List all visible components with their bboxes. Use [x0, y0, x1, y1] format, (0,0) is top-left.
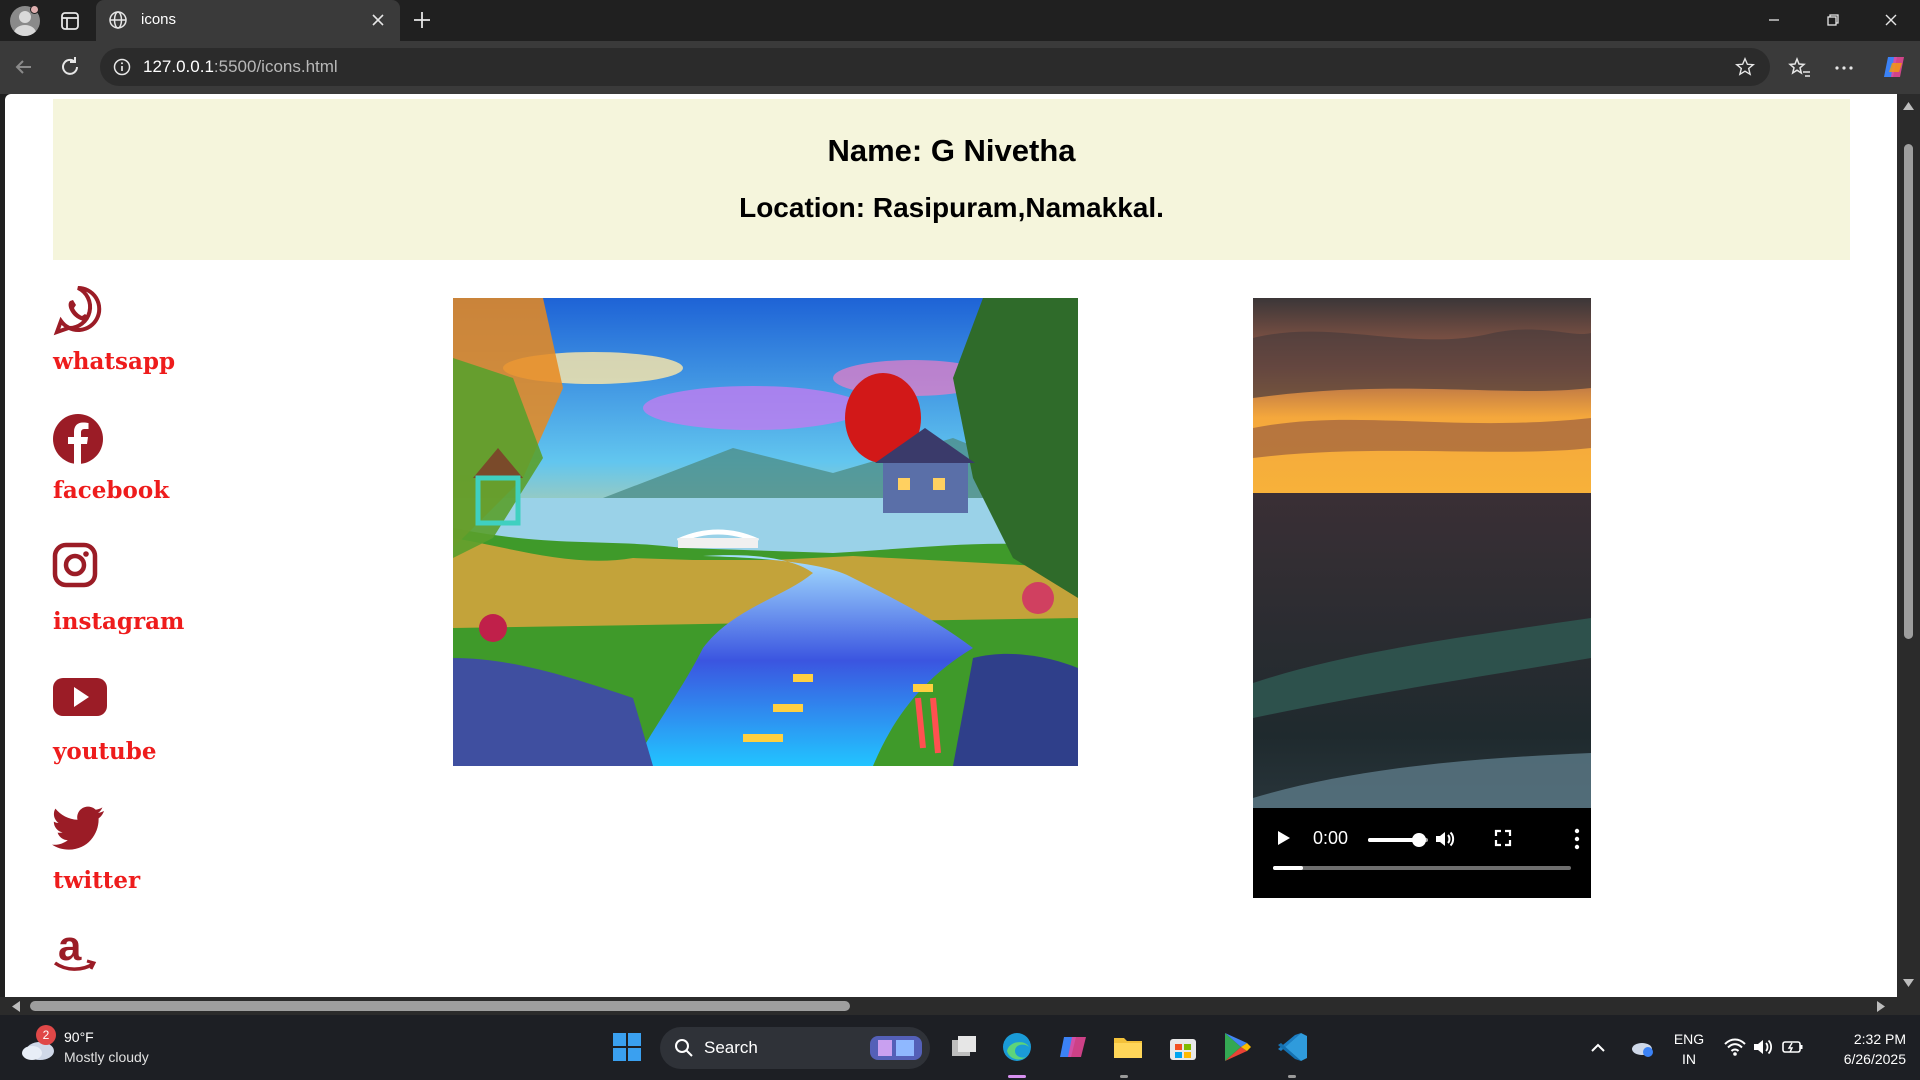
- tab-actions-icon[interactable]: [58, 9, 82, 33]
- back-arrow-icon[interactable]: [11, 54, 37, 80]
- amazon-icon[interactable]: a: [52, 926, 98, 974]
- instagram-icon[interactable]: [52, 542, 104, 594]
- video-controls: 0:00: [1253, 808, 1591, 898]
- volume-icon[interactable]: [1433, 827, 1457, 851]
- scroll-right-arrow-icon[interactable]: [1877, 1001, 1885, 1012]
- active-app-indicator: [1008, 1075, 1026, 1078]
- weather-temperature[interactable]: 90°F: [64, 1029, 94, 1045]
- facebook-label[interactable]: facebook: [53, 477, 169, 504]
- vertical-scroll-thumb[interactable]: [1904, 144, 1913, 639]
- video-progress-fill: [1273, 866, 1303, 870]
- more-options-icon[interactable]: [1831, 55, 1857, 81]
- file-explorer-icon[interactable]: [1110, 1029, 1146, 1065]
- horizontal-scrollbar[interactable]: [0, 997, 1920, 1015]
- running-app-indicator: [1120, 1075, 1128, 1078]
- url-text: 127.0.0.1:5500/icons.html: [143, 57, 338, 77]
- close-window-icon[interactable]: [1879, 8, 1903, 32]
- copilot-app-icon[interactable]: [1056, 1029, 1092, 1065]
- instagram-label[interactable]: instagram: [53, 608, 184, 635]
- close-tab-icon[interactable]: [368, 10, 388, 30]
- tab-title: icons: [141, 11, 177, 28]
- browser-toolbar: 127.0.0.1:5500/icons.html: [0, 41, 1920, 94]
- edge-browser-icon[interactable]: [999, 1029, 1035, 1065]
- vscode-icon[interactable]: [1275, 1029, 1311, 1065]
- refresh-icon[interactable]: [57, 54, 83, 80]
- clock-date[interactable]: 6/26/2025: [1816, 1051, 1906, 1067]
- svg-text:a: a: [58, 926, 82, 969]
- weather-widget[interactable]: 2: [20, 1025, 56, 1061]
- weather-description[interactable]: Mostly cloudy: [64, 1049, 149, 1065]
- chevron-up-icon[interactable]: [1590, 1041, 1606, 1053]
- play-store-icon[interactable]: [1219, 1029, 1255, 1065]
- minimize-icon[interactable]: [1762, 8, 1786, 32]
- running-app-indicator-vscode: [1288, 1075, 1296, 1078]
- scroll-left-arrow-icon[interactable]: [12, 1001, 20, 1012]
- video-progress-bar[interactable]: [1273, 866, 1571, 870]
- location-heading: Location: Rasipuram,Namakkal.: [739, 192, 1164, 223]
- search-label: Search: [704, 1038, 758, 1057]
- speaker-icon[interactable]: [1752, 1037, 1774, 1057]
- play-icon[interactable]: [1273, 828, 1293, 848]
- onedrive-icon[interactable]: [1630, 1037, 1654, 1059]
- task-view-icon[interactable]: [946, 1029, 982, 1065]
- whatsapp-label[interactable]: whatsapp: [53, 348, 175, 375]
- profile-status-dot: [30, 5, 39, 14]
- copilot-icon[interactable]: [1880, 52, 1910, 82]
- browser-titlebar: icons: [0, 0, 1920, 41]
- video-time: 0:00: [1313, 828, 1349, 848]
- sunset-video-player[interactable]: 0:00: [1253, 298, 1591, 898]
- volume-slider[interactable]: [1368, 833, 1428, 847]
- windows-start-icon[interactable]: [609, 1029, 645, 1065]
- clock-time[interactable]: 2:32 PM: [1816, 1031, 1906, 1047]
- twitter-icon[interactable]: [52, 801, 104, 853]
- name-heading: Name: G Nivetha: [827, 133, 1076, 168]
- wifi-icon[interactable]: [1724, 1037, 1746, 1057]
- more-vertical-icon[interactable]: [1573, 828, 1581, 850]
- scroll-up-arrow-icon[interactable]: [1903, 102, 1914, 110]
- favorites-icon[interactable]: [1787, 55, 1813, 81]
- favorite-star-icon[interactable]: [1734, 56, 1756, 78]
- language-indicator[interactable]: ENG: [1672, 1031, 1706, 1047]
- facebook-icon[interactable]: [52, 413, 104, 465]
- scroll-down-arrow-icon[interactable]: [1903, 979, 1914, 987]
- whatsapp-icon[interactable]: [52, 284, 104, 336]
- new-tab-icon[interactable]: [410, 8, 434, 32]
- page-viewport: Name: G Nivetha Location: Rasipuram,Nama…: [5, 94, 1897, 997]
- url-path: :5500/icons.html: [213, 57, 338, 76]
- youtube-label[interactable]: youtube: [53, 738, 157, 765]
- battery-icon[interactable]: [1782, 1039, 1804, 1055]
- weather-alert-badge: 2: [36, 1025, 56, 1045]
- address-bar[interactable]: 127.0.0.1:5500/icons.html: [100, 48, 1770, 86]
- search-highlight-icon: [870, 1036, 922, 1060]
- search-icon: [675, 1039, 693, 1057]
- taskbar-search[interactable]: Search: [660, 1027, 930, 1069]
- tab-icons[interactable]: icons: [96, 0, 400, 41]
- restore-icon[interactable]: [1821, 8, 1845, 32]
- twitter-label[interactable]: twitter: [53, 867, 140, 894]
- vertical-scrollbar[interactable]: [1897, 94, 1920, 997]
- volume-knob[interactable]: [1412, 833, 1426, 847]
- youtube-icon[interactable]: [52, 672, 108, 724]
- fullscreen-icon[interactable]: [1493, 828, 1513, 848]
- site-info-icon[interactable]: [112, 57, 132, 77]
- globe-icon: [109, 11, 127, 29]
- landscape-painting-image: [453, 298, 1078, 766]
- region-indicator[interactable]: IN: [1672, 1051, 1706, 1067]
- horizontal-scroll-thumb[interactable]: [30, 1001, 850, 1011]
- url-host: 127.0.0.1: [143, 57, 214, 76]
- microsoft-store-icon[interactable]: [1165, 1029, 1201, 1065]
- profile-header: Name: G Nivetha Location: Rasipuram,Nama…: [53, 99, 1850, 260]
- windows-taskbar: 2 90°F Mostly cloudy Search ENG IN 2:32 …: [0, 1015, 1920, 1080]
